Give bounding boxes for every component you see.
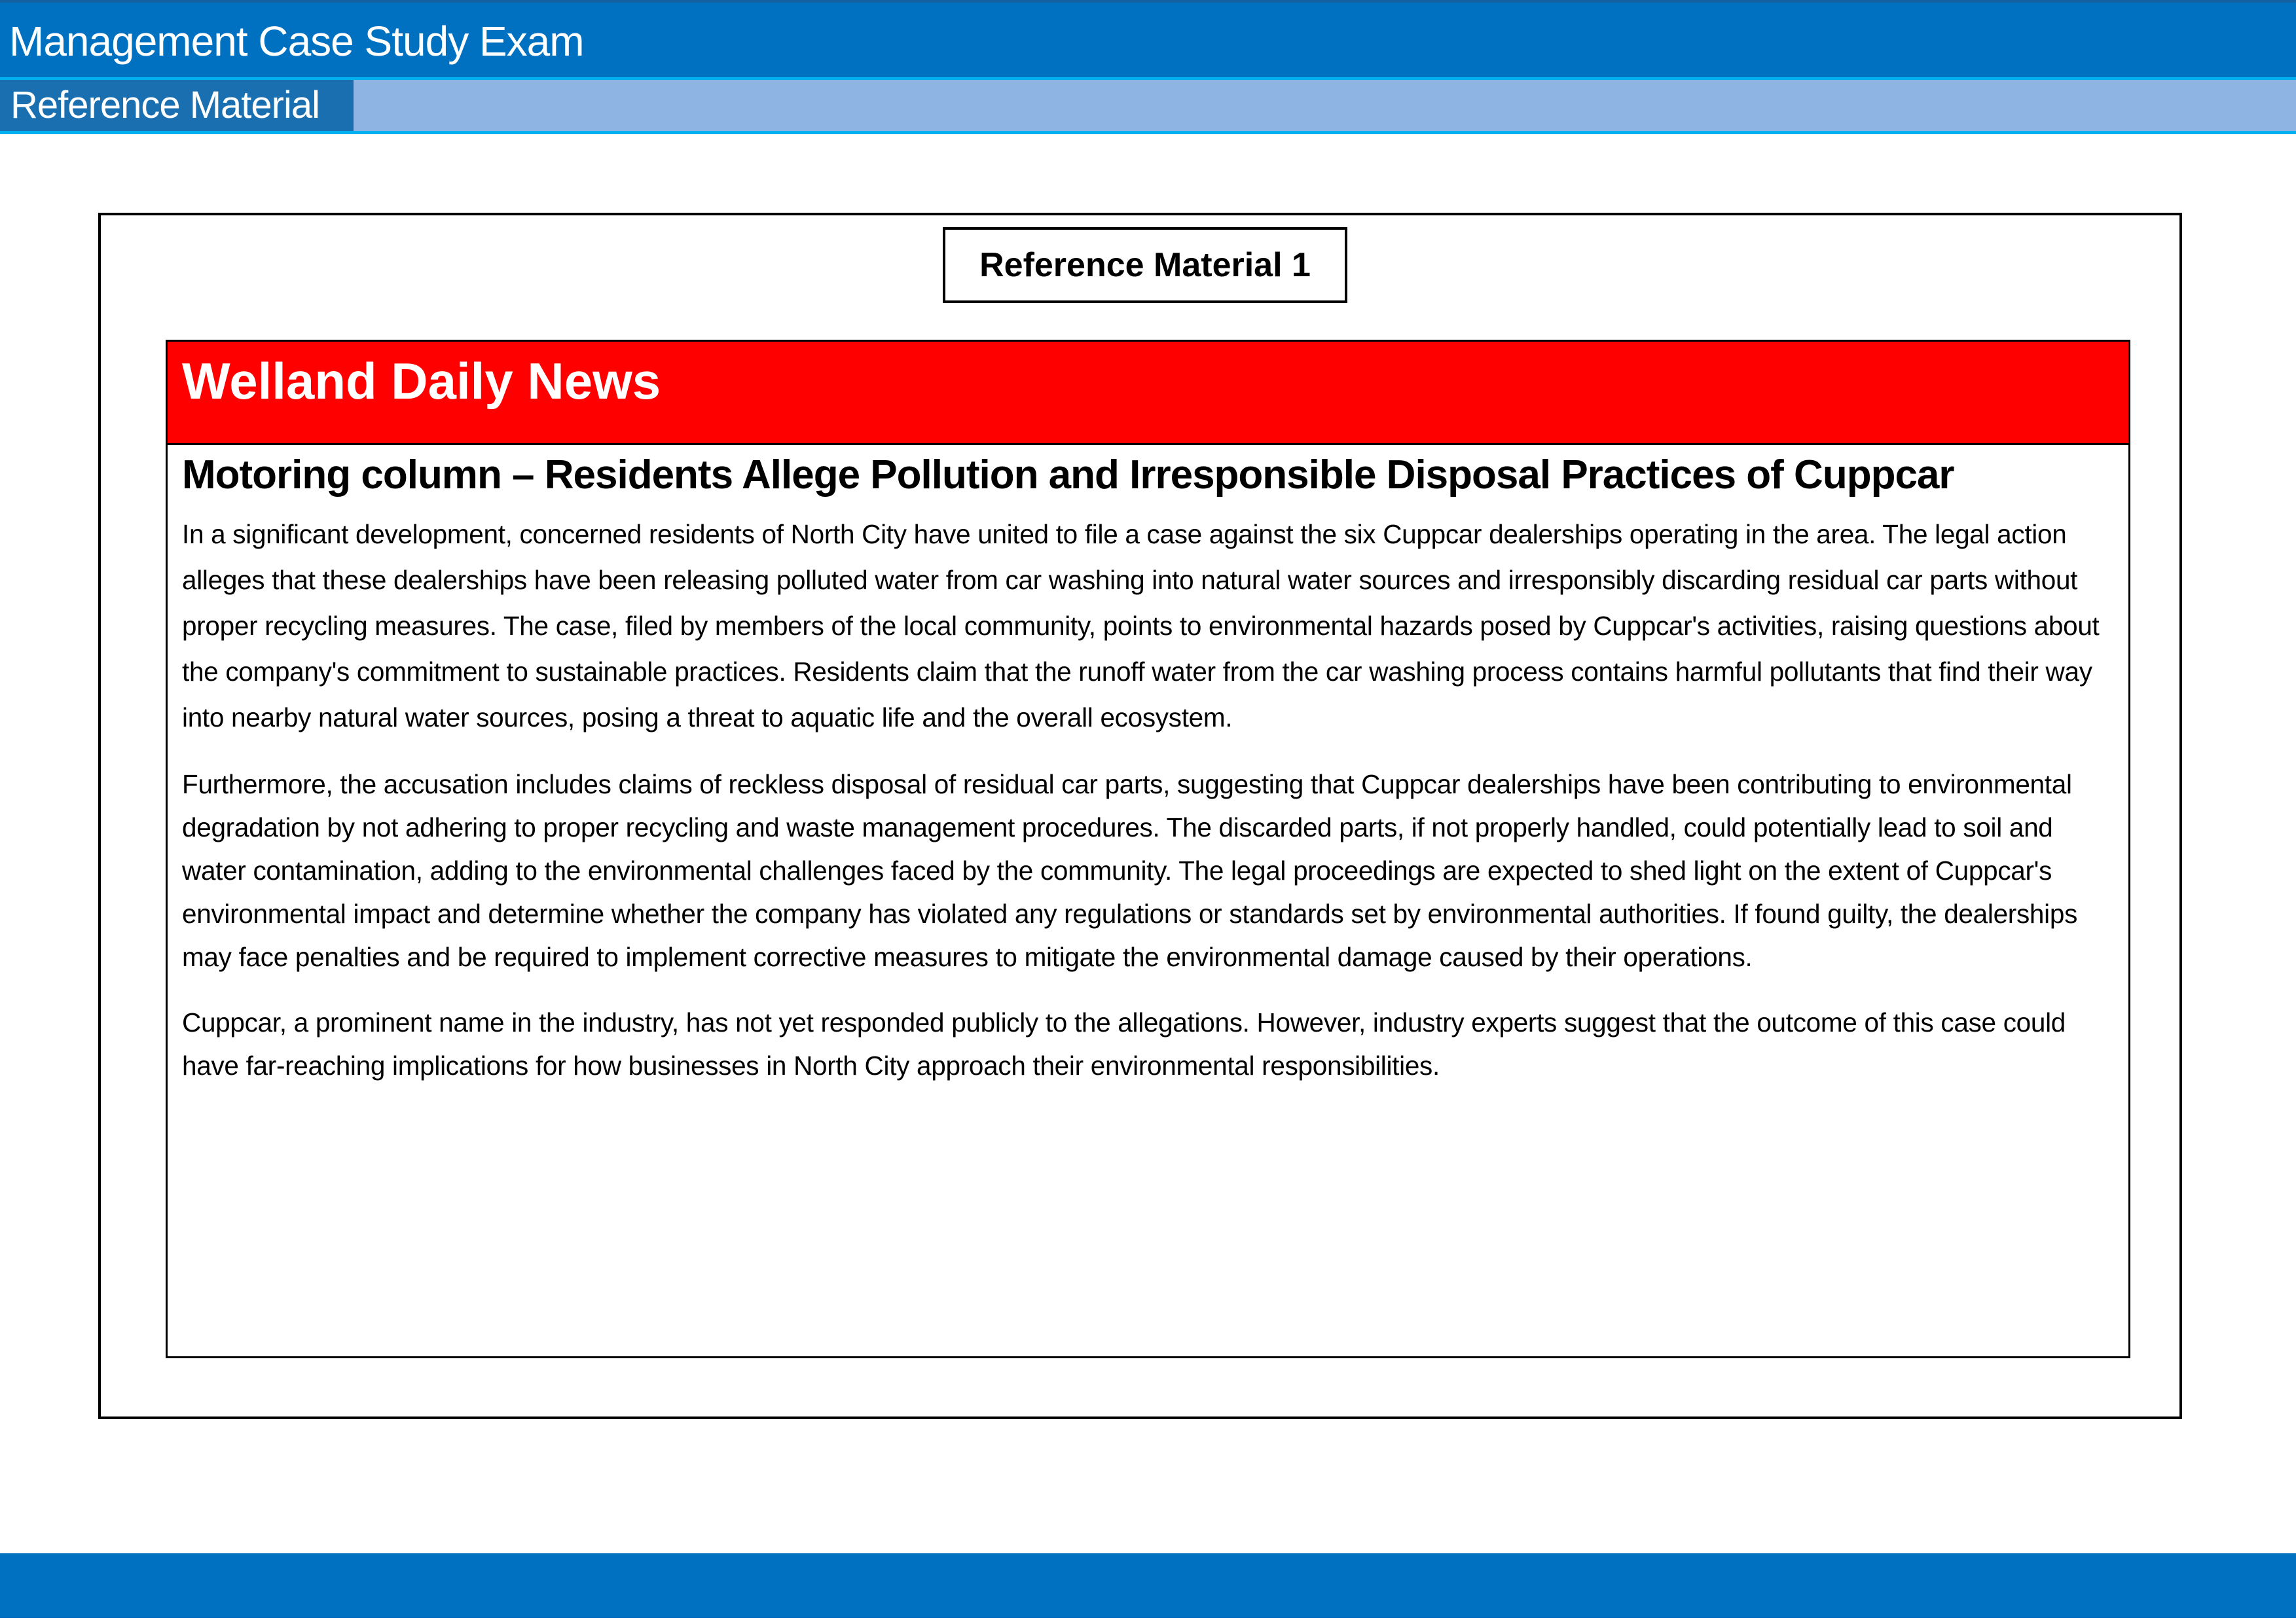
tab-reference-material[interactable]: Reference Material bbox=[0, 80, 354, 131]
app-title: Management Case Study Exam bbox=[9, 18, 585, 65]
article-paragraph: Furthermore, the accusation includes cla… bbox=[182, 769, 2078, 972]
footer-bar bbox=[0, 1553, 2296, 1618]
article-paragraph: Cuppcar, a prominent name in the industr… bbox=[182, 1007, 2066, 1081]
news-article: Welland Daily News Motoring column – Res… bbox=[166, 340, 2130, 1358]
reference-label: Reference Material 1 bbox=[943, 227, 1347, 303]
newspaper-masthead: Welland Daily News bbox=[168, 342, 2128, 445]
app-header: Management Case Study Exam bbox=[0, 0, 2296, 77]
tab-bar: Reference Material bbox=[0, 77, 2296, 134]
article-headline: Motoring column – Residents Allege Pollu… bbox=[182, 452, 1955, 497]
article-body: In a significant development, concerned … bbox=[168, 511, 2128, 1087]
article-paragraph: In a significant development, concerned … bbox=[182, 519, 2100, 732]
